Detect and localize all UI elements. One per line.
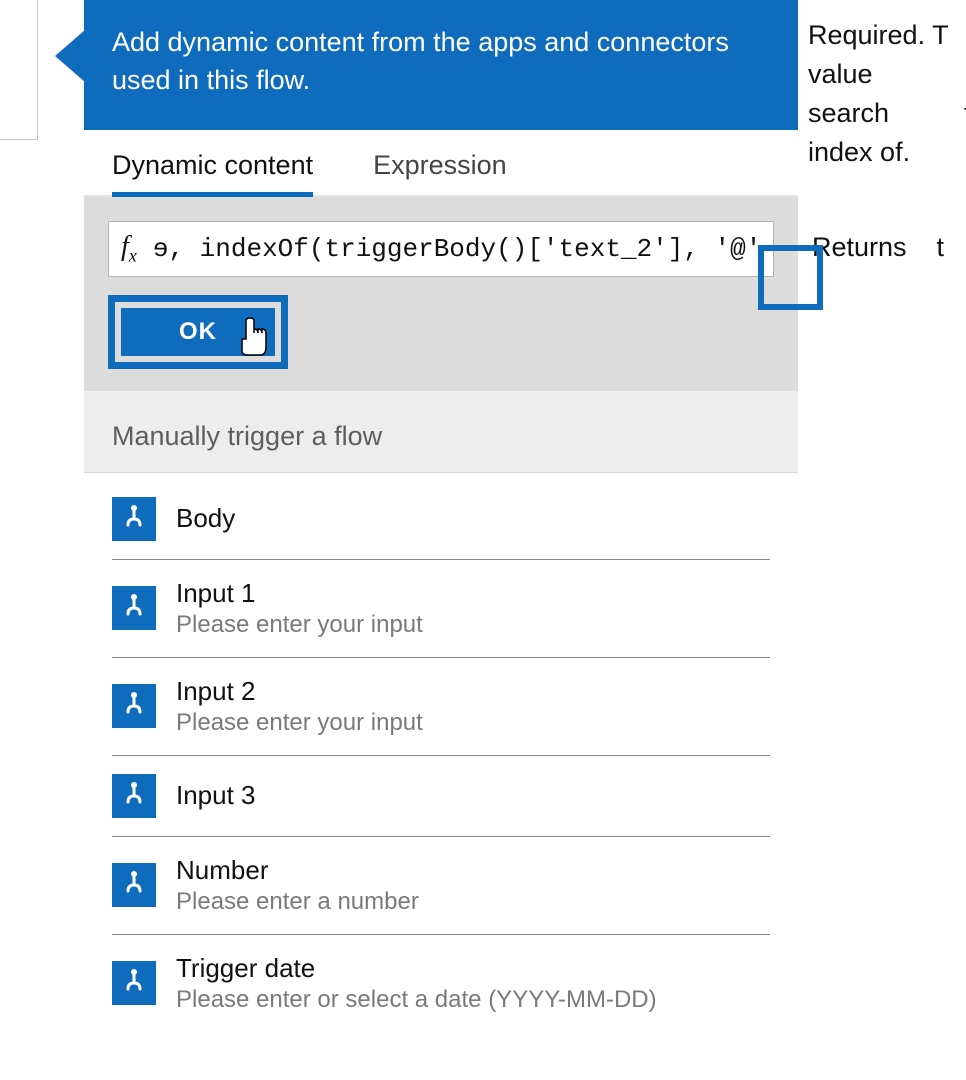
list-item-text: Input 2 Please enter your input <box>176 676 423 737</box>
list-item-title: Input 1 <box>176 578 423 609</box>
tooltip-line: value <box>808 55 966 94</box>
list-item-text: Body <box>176 503 235 534</box>
trigger-icon <box>112 961 156 1005</box>
expression-input-row: fx <box>108 221 774 277</box>
card-edge <box>0 0 38 140</box>
trigger-icon <box>112 586 156 630</box>
hint-tooltip-extra: Returns t <box>812 232 944 263</box>
list-item-subtitle: Please enter a number <box>176 888 419 916</box>
ok-button-label: OK <box>179 318 217 346</box>
list-item-text: Number Please enter a number <box>176 855 419 916</box>
trigger-icon <box>112 863 156 907</box>
trigger-icon <box>112 684 156 728</box>
fx-icon: fx <box>109 231 153 267</box>
list-item[interactable]: Input 1 Please enter your input <box>112 560 770 658</box>
trigger-icon <box>112 497 156 541</box>
tooltip-line: search t <box>808 94 966 133</box>
section-header: Manually trigger a flow <box>84 391 798 473</box>
ok-button-highlight: OK <box>108 295 288 369</box>
ok-button[interactable]: OK <box>121 308 275 356</box>
list-item-title: Trigger date <box>176 953 657 984</box>
list-item[interactable]: Trigger date Please enter or select a da… <box>112 935 770 1032</box>
list-item-title: Input 2 <box>176 676 423 707</box>
tab-strip: Dynamic content Expression <box>84 130 798 197</box>
list-item-subtitle: Please enter your input <box>176 709 423 737</box>
tooltip-line: index of. <box>808 133 966 172</box>
list-item-title: Input 3 <box>176 780 256 811</box>
flyout-pointer-icon <box>55 30 85 82</box>
expression-input[interactable] <box>153 234 773 264</box>
list-item[interactable]: Number Please enter a number <box>112 837 770 935</box>
dynamic-content-panel: Add dynamic content from the apps and co… <box>84 0 798 1080</box>
list-item-text: Input 1 Please enter your input <box>176 578 423 639</box>
list-item-subtitle: Please enter your input <box>176 611 423 639</box>
list-item-text: Trigger date Please enter or select a da… <box>176 953 657 1014</box>
tab-dynamic-content[interactable]: Dynamic content <box>112 150 313 195</box>
list-item-title: Number <box>176 855 419 886</box>
list-item-title: Body <box>176 503 235 534</box>
list-item-subtitle: Please enter or select a date (YYYY-MM-D… <box>176 986 657 1014</box>
pointer-cursor-icon <box>236 317 270 357</box>
panel-banner: Add dynamic content from the apps and co… <box>84 0 798 130</box>
list-item[interactable]: Body <box>112 473 770 560</box>
tooltip-line: Required. T <box>808 16 966 55</box>
list-item[interactable]: Input 2 Please enter your input <box>112 658 770 756</box>
list-item[interactable]: Input 3 <box>112 756 770 837</box>
expression-area: fx OK Manually trigger a flow <box>84 197 798 473</box>
tab-expression[interactable]: Expression <box>373 150 507 195</box>
dynamic-content-list: Body Input 1 Please enter your input Inp… <box>84 473 798 1032</box>
list-item-text: Input 3 <box>176 780 256 811</box>
trigger-icon <box>112 774 156 818</box>
hint-tooltip: Required. T value search t index of. <box>808 16 966 173</box>
